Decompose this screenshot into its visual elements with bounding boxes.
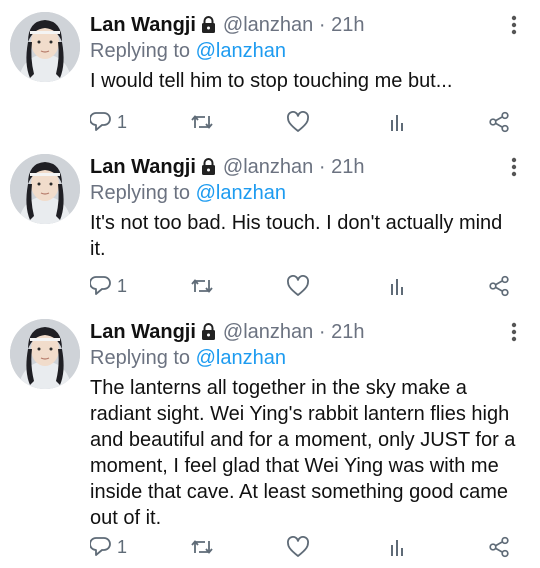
tweet-3[interactable]: Lan Wangji @lanzhan · 21h Replying to @la… [0,307,540,568]
reply-button[interactable]: 1 [90,108,127,136]
avatar[interactable] [10,154,80,224]
reply-button[interactable]: 1 [90,533,127,561]
action-bar: 1 [90,272,530,300]
heart-icon [286,536,310,558]
tweet-header: Lan Wangji @lanzhan · 21h [90,12,364,40]
replying-prefix: Replying to [90,347,191,369]
tweet-header: Lan Wangji @lanzhan · 21h [90,154,364,182]
author-name[interactable]: Lan Wangji [90,156,196,178]
share-icon [488,536,510,558]
retweet-button[interactable] [190,533,214,561]
author-name[interactable]: Lan Wangji [90,14,196,36]
author-handle[interactable]: @lanzhan [223,321,313,343]
like-button[interactable] [286,108,310,136]
lock-icon [200,156,217,182]
heart-icon [286,111,310,133]
like-button[interactable] [286,272,310,300]
tweet-1[interactable]: Lan Wangji @lanzhan · 21h Replying to @la… [0,0,540,150]
bar-chart-icon [388,536,408,558]
reply-count: 1 [117,536,128,557]
analytics-button[interactable] [388,108,408,136]
more-vertical-icon[interactable] [507,321,521,343]
retweet-icon [190,111,214,133]
share-icon [488,111,510,133]
retweet-button[interactable] [190,272,214,300]
bar-chart-icon [388,111,408,133]
tweet-time[interactable]: 21h [331,321,364,343]
separator-dot: · [318,14,326,36]
analytics-button[interactable] [388,533,408,561]
avatar[interactable] [10,12,80,82]
tweet-header: Lan Wangji @lanzhan · 21h [90,319,364,347]
reply-bubble-icon [90,536,112,558]
avatar[interactable] [10,319,80,389]
tweet-time[interactable]: 21h [331,156,364,178]
reply-bubble-icon [90,275,112,297]
tweet-text: The lanterns all together in the sky mak… [90,377,516,529]
separator-dot: · [318,156,326,178]
retweet-button[interactable] [190,108,214,136]
tweet-2[interactable]: Lan Wangji @lanzhan · 21h Replying to @la… [0,142,540,312]
author-name[interactable]: Lan Wangji [90,321,196,343]
retweet-icon [190,275,214,297]
tweet-text: It's not too bad. His touch. I don't act… [90,212,503,260]
action-bar: 1 [90,108,530,136]
replying-prefix: Replying to [90,40,191,62]
share-button[interactable] [488,108,510,136]
reply-count: 1 [117,275,128,296]
mention-link[interactable]: @lanzhan [196,182,286,204]
separator-dot: · [318,321,326,343]
analytics-button[interactable] [388,272,408,300]
reply-bubble-icon [90,111,112,133]
more-vertical-icon[interactable] [507,156,521,178]
mention-link[interactable]: @lanzhan [196,40,286,62]
share-icon [488,275,510,297]
like-button[interactable] [286,533,310,561]
author-handle[interactable]: @lanzhan [223,156,313,178]
replying-to: Replying to @lanzhan [90,345,286,371]
mention-link[interactable]: @lanzhan [196,347,286,369]
retweet-icon [190,536,214,558]
more-vertical-icon[interactable] [507,14,521,36]
tweet-time[interactable]: 21h [331,14,364,36]
reply-button[interactable]: 1 [90,272,127,300]
share-button[interactable] [488,272,510,300]
bar-chart-icon [388,275,408,297]
replying-to: Replying to @lanzhan [90,38,286,64]
reply-count: 1 [117,111,128,132]
lock-icon [200,14,217,40]
share-button[interactable] [488,533,510,561]
replying-to: Replying to @lanzhan [90,180,286,206]
tweet-text: I would tell him to stop touching me but… [90,70,453,92]
replying-prefix: Replying to [90,182,191,204]
author-handle[interactable]: @lanzhan [223,14,313,36]
lock-icon [200,321,217,347]
heart-icon [286,275,310,297]
action-bar: 1 [90,533,530,561]
